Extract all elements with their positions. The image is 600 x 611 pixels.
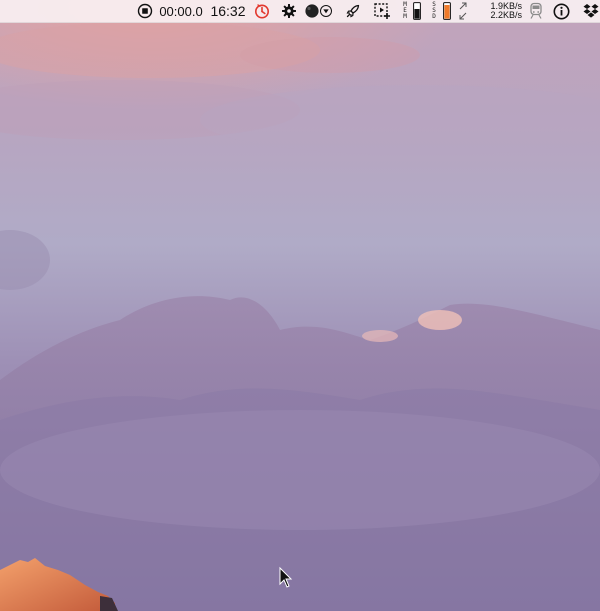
memory-label: M E M <box>399 0 411 22</box>
memory-label-m2: M <box>403 13 407 20</box>
screen-capture-icon[interactable] <box>372 0 392 22</box>
memory-gauge-icon[interactable] <box>412 0 422 22</box>
record-timer[interactable]: 00:00.0 <box>158 0 204 22</box>
clock[interactable]: 16:32 <box>208 0 248 22</box>
record-timer-text: 00:00.0 <box>159 3 203 19</box>
app-dropdown-icon[interactable] <box>302 0 334 22</box>
rocket-icon[interactable] <box>344 0 362 22</box>
info-icon[interactable] <box>551 0 571 22</box>
dropbox-icon[interactable] <box>581 0 600 22</box>
menu-bar: 00:00.0 16:32 M E M S S D 1.9KB/s 2.2KB/… <box>0 0 600 23</box>
ssd-label: S S D <box>428 0 440 22</box>
ssd-gauge-icon[interactable] <box>441 0 453 22</box>
desktop: 00:00.0 16:32 M E M S S D 1.9KB/s 2.2KB/… <box>0 0 600 611</box>
ssd-label-d: D <box>432 13 436 20</box>
network-speed[interactable]: 1.9KB/s 2.2KB/s <box>472 0 522 22</box>
train-icon[interactable] <box>526 0 546 22</box>
gear-icon[interactable] <box>280 0 298 22</box>
network-download-speed: 2.2KB/s <box>490 10 522 20</box>
timer-icon[interactable] <box>253 0 271 22</box>
desktop-wallpaper <box>0 0 600 611</box>
network-arrows-icon[interactable] <box>456 0 470 22</box>
clock-text: 16:32 <box>210 3 246 19</box>
record-stop-icon[interactable] <box>136 0 154 22</box>
